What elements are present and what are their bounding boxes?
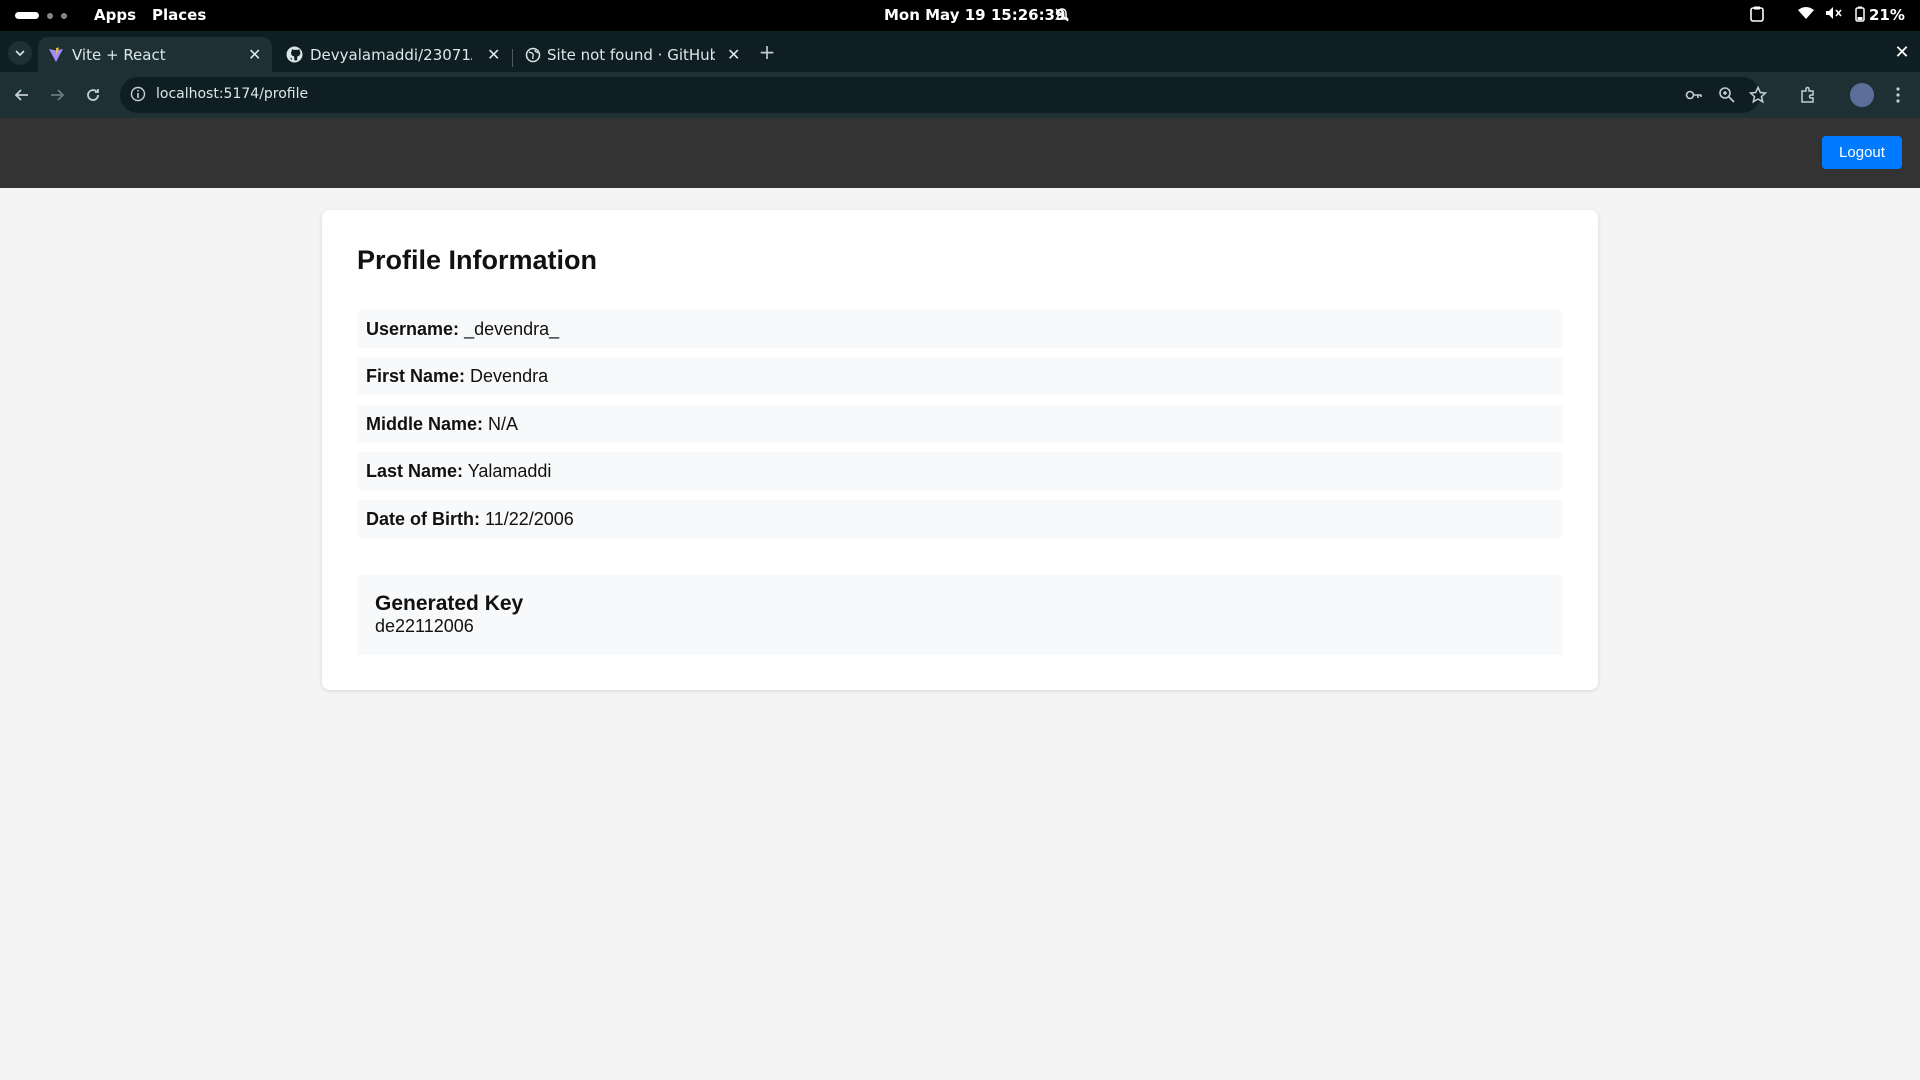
tab-title: Site not found · GitHub P — [547, 45, 715, 64]
battery-icon[interactable] — [1855, 6, 1865, 22]
vite-logo-icon — [48, 47, 64, 67]
field-value: 11/22/2006 — [485, 509, 574, 529]
browser-toolbar: localhost:5174/profile — [0, 72, 1920, 118]
tab-search-icon[interactable] — [8, 41, 32, 65]
field-label: Username: — [366, 319, 460, 339]
close-window-icon[interactable]: ✕ — [1891, 41, 1913, 63]
generated-key-title: Generated Key — [375, 592, 524, 615]
profile-avatar[interactable] — [1850, 83, 1874, 107]
globe-icon — [525, 47, 541, 67]
apps-menu[interactable]: Apps — [94, 6, 136, 24]
tab-site-not-found[interactable]: Site not found · GitHub P ✕ — [515, 37, 747, 72]
close-tab-icon[interactable]: ✕ — [487, 45, 500, 64]
page-title: Profile Information — [357, 245, 598, 275]
back-arrow-icon[interactable] — [11, 84, 33, 106]
generated-key-value: de22112006 — [375, 616, 474, 636]
profile-row-first-name: First Name: Devendra — [357, 357, 1563, 395]
field-label: Date of Birth: — [366, 509, 480, 529]
profile-card: Profile Information Username: _devendra_… — [322, 210, 1598, 690]
field-label: First Name: — [366, 366, 466, 386]
clipboard-icon[interactable] — [1750, 6, 1764, 22]
volume-muted-icon[interactable] — [1825, 6, 1843, 20]
clock[interactable]: Mon May 19 15:26:39 — [884, 6, 1065, 24]
password-key-icon[interactable] — [1685, 86, 1703, 104]
url-text[interactable]: localhost:5174/profile — [156, 86, 308, 102]
field-label: Middle Name: — [366, 414, 484, 434]
tab-vite-react[interactable]: Vite + React ✕ — [38, 37, 272, 72]
tab-github-repo[interactable]: Devyalamaddi/23071A05 ✕ — [276, 37, 506, 72]
more-menu-icon[interactable] — [1887, 84, 1909, 106]
battery-percent: 21% — [1869, 6, 1905, 24]
forward-arrow-icon[interactable] — [46, 84, 68, 106]
profile-row-date-of-birth: Date of Birth: 11/22/2006 — [357, 500, 1563, 538]
new-tab-icon[interactable]: + — [756, 40, 778, 64]
field-value: _devendra_ — [464, 319, 560, 339]
field-value: Yalamaddi — [467, 461, 552, 481]
close-tab-icon[interactable]: ✕ — [727, 45, 740, 64]
profile-row-last-name: Last Name: Yalamaddi — [357, 452, 1563, 490]
reload-icon[interactable] — [82, 84, 104, 106]
github-icon — [286, 46, 303, 67]
bookmark-star-icon[interactable] — [1748, 85, 1768, 104]
notifications-muted-icon — [1054, 7, 1070, 27]
logout-button[interactable]: Logout — [1822, 136, 1902, 169]
wifi-icon[interactable] — [1797, 6, 1815, 20]
close-tab-icon[interactable]: ✕ — [248, 45, 261, 64]
profile-row-username: Username: _devendra_ — [357, 310, 1563, 348]
extensions-icon[interactable] — [1797, 84, 1819, 106]
field-value: Devendra — [470, 366, 549, 386]
generated-key-box: Generated Key de22112006 — [357, 575, 1563, 655]
zoom-icon[interactable] — [1718, 86, 1736, 104]
address-bar[interactable]: localhost:5174/profile — [120, 77, 1768, 113]
browser-tab-strip: Vite + React ✕ Devyalamaddi/23071A05 ✕ S… — [0, 31, 1920, 72]
tab-title: Vite + React — [72, 45, 166, 64]
tab-title: Devyalamaddi/23071A05 — [310, 45, 472, 64]
site-info-icon[interactable] — [130, 86, 146, 106]
field-label: Last Name: — [366, 461, 464, 481]
system-top-bar: Apps Places Mon May 19 15:26:39 21% — [0, 0, 1920, 31]
profile-row-middle-name: Middle Name: N/A — [357, 405, 1563, 443]
places-menu[interactable]: Places — [152, 6, 206, 24]
field-value: N/A — [488, 414, 519, 434]
workspace-indicator[interactable] — [15, 12, 67, 19]
app-header: Logout — [0, 118, 1920, 188]
